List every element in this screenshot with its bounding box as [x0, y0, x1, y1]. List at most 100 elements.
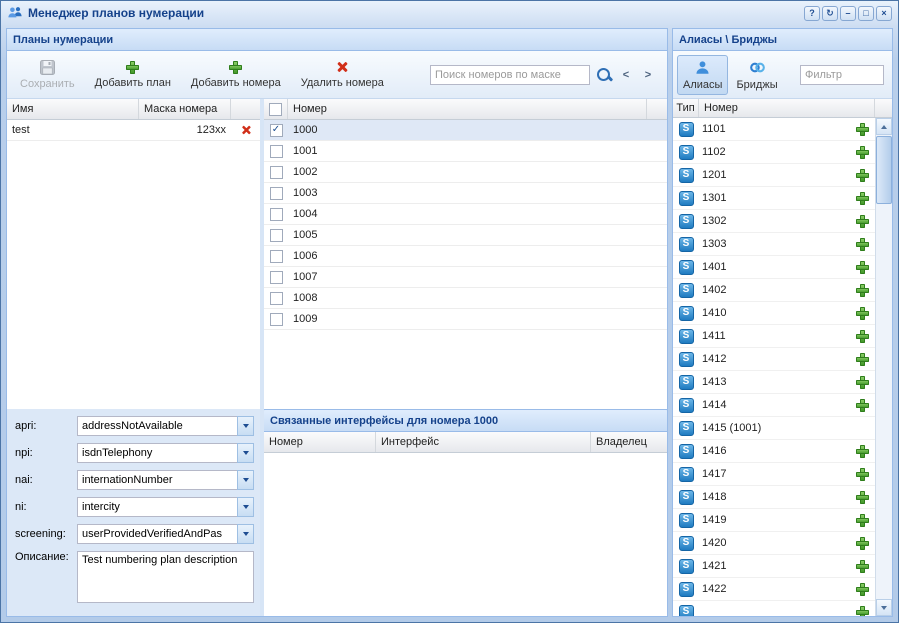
- alias-row[interactable]: S1302: [673, 210, 875, 233]
- number-row[interactable]: 1007: [264, 267, 667, 288]
- scroll-down-button[interactable]: [876, 599, 892, 616]
- number-row[interactable]: ✓1000: [264, 120, 667, 141]
- filter-input[interactable]: [800, 65, 884, 85]
- minimize-button[interactable]: –: [840, 6, 856, 21]
- number-row[interactable]: 1005: [264, 225, 667, 246]
- alias-row[interactable]: S1420: [673, 532, 875, 555]
- plan-row[interactable]: test 123xx: [7, 120, 260, 141]
- add-alias-button[interactable]: [856, 353, 869, 366]
- description-textarea[interactable]: Test numbering plan description: [77, 551, 254, 603]
- add-alias-button[interactable]: [856, 284, 869, 297]
- alias-row[interactable]: S1102: [673, 141, 875, 164]
- form-field-combobox[interactable]: isdnTelephony: [77, 443, 254, 463]
- number-row[interactable]: 1002: [264, 162, 667, 183]
- number-row-checkbox[interactable]: [270, 187, 283, 200]
- add-alias-button[interactable]: [856, 514, 869, 527]
- add-alias-button[interactable]: [856, 123, 869, 136]
- add-alias-button[interactable]: [856, 330, 869, 343]
- number-row[interactable]: 1009: [264, 309, 667, 330]
- search-button[interactable]: [594, 65, 613, 85]
- window-titlebar[interactable]: Менеджер планов нумерации ? ↻ – □ ×: [1, 1, 898, 25]
- alias-row[interactable]: S: [673, 601, 875, 616]
- alias-row[interactable]: S1401: [673, 256, 875, 279]
- number-row-checkbox[interactable]: [270, 292, 283, 305]
- add-alias-button[interactable]: [856, 146, 869, 159]
- form-field-combobox[interactable]: addressNotAvailable: [77, 416, 254, 436]
- alias-row[interactable]: S1412: [673, 348, 875, 371]
- refresh-button[interactable]: ↻: [822, 6, 838, 21]
- column-header-interface[interactable]: Интерфейс: [376, 432, 591, 452]
- column-header-if-number[interactable]: Номер: [264, 432, 376, 452]
- add-alias-button[interactable]: [856, 399, 869, 412]
- number-row-checkbox[interactable]: [270, 166, 283, 179]
- form-field-combobox[interactable]: intercity: [77, 497, 254, 517]
- number-row[interactable]: 1003: [264, 183, 667, 204]
- add-alias-button[interactable]: [856, 560, 869, 573]
- column-header-mask[interactable]: Маска номера: [139, 99, 231, 119]
- form-field-combobox[interactable]: internationNumber: [77, 470, 254, 490]
- alias-row[interactable]: S1411: [673, 325, 875, 348]
- delete-plan-icon[interactable]: [240, 124, 252, 136]
- maximize-button[interactable]: □: [858, 6, 874, 21]
- add-alias-button[interactable]: [856, 192, 869, 205]
- combobox-dropdown-icon[interactable]: [237, 497, 254, 517]
- search-input[interactable]: [430, 65, 590, 85]
- column-header-alias-number[interactable]: Номер: [699, 99, 875, 117]
- number-row[interactable]: 1001: [264, 141, 667, 162]
- add-alias-button[interactable]: [856, 491, 869, 504]
- number-row-checkbox[interactable]: [270, 229, 283, 242]
- aliases-toggle-button[interactable]: Алиасы: [677, 55, 728, 95]
- add-alias-button[interactable]: [856, 468, 869, 481]
- bridges-toggle-button[interactable]: Бриджы: [730, 55, 783, 95]
- alias-row[interactable]: S1303: [673, 233, 875, 256]
- add-alias-button[interactable]: [856, 606, 869, 617]
- number-row-checkbox[interactable]: [270, 271, 283, 284]
- alias-row[interactable]: S1422: [673, 578, 875, 601]
- add-alias-button[interactable]: [856, 215, 869, 228]
- alias-row[interactable]: S1421: [673, 555, 875, 578]
- number-row-checkbox[interactable]: [270, 313, 283, 326]
- prev-page-button[interactable]: <: [617, 65, 635, 85]
- save-button[interactable]: Сохранить: [11, 56, 84, 94]
- delete-numbers-button[interactable]: Удалить номера: [292, 56, 393, 93]
- number-row-checkbox[interactable]: [270, 250, 283, 263]
- alias-row[interactable]: S1416: [673, 440, 875, 463]
- alias-row[interactable]: S1418: [673, 486, 875, 509]
- alias-row[interactable]: S1101: [673, 118, 875, 141]
- add-alias-button[interactable]: [856, 169, 869, 182]
- close-button[interactable]: ×: [876, 6, 892, 21]
- column-header-owner[interactable]: Владелец: [591, 432, 667, 452]
- alias-row[interactable]: S1410: [673, 302, 875, 325]
- column-header-name[interactable]: Имя: [7, 99, 139, 119]
- help-button[interactable]: ?: [804, 6, 820, 21]
- next-page-button[interactable]: >: [639, 65, 657, 85]
- combobox-dropdown-icon[interactable]: [237, 524, 254, 544]
- combobox-dropdown-icon[interactable]: [237, 470, 254, 490]
- add-alias-button[interactable]: [856, 376, 869, 389]
- combobox-dropdown-icon[interactable]: [237, 443, 254, 463]
- add-alias-button[interactable]: [856, 583, 869, 596]
- alias-row[interactable]: S1301: [673, 187, 875, 210]
- add-plan-button[interactable]: Добавить план: [86, 57, 180, 93]
- aliases-scrollbar[interactable]: [875, 118, 892, 616]
- combobox-dropdown-icon[interactable]: [237, 416, 254, 436]
- number-row-checkbox[interactable]: [270, 145, 283, 158]
- column-header-type[interactable]: Тип: [673, 99, 699, 117]
- number-row[interactable]: 1006: [264, 246, 667, 267]
- alias-row[interactable]: S1413: [673, 371, 875, 394]
- form-field-combobox[interactable]: userProvidedVerifiedAndPas: [77, 524, 254, 544]
- add-alias-button[interactable]: [856, 307, 869, 320]
- scrollbar-thumb[interactable]: [876, 136, 892, 204]
- number-row[interactable]: 1004: [264, 204, 667, 225]
- select-all-checkbox[interactable]: [269, 103, 282, 116]
- alias-row[interactable]: S1415 (1001): [673, 417, 875, 440]
- number-row-checkbox[interactable]: ✓: [270, 124, 283, 137]
- alias-row[interactable]: S1414: [673, 394, 875, 417]
- add-alias-button[interactable]: [856, 537, 869, 550]
- column-header-number[interactable]: Номер: [288, 99, 647, 119]
- scroll-up-button[interactable]: [876, 118, 892, 135]
- number-row[interactable]: 1008: [264, 288, 667, 309]
- add-numbers-button[interactable]: Добавить номера: [182, 57, 290, 93]
- add-alias-button[interactable]: [856, 238, 869, 251]
- number-row-checkbox[interactable]: [270, 208, 283, 221]
